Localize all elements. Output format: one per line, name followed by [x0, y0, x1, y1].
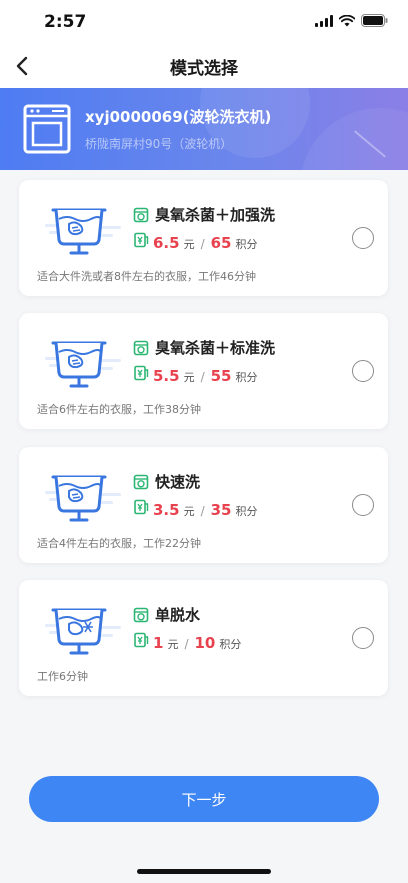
wash-basin-icon	[45, 608, 121, 655]
price-tag-icon	[134, 365, 149, 381]
device-banner: xyj0000069(波轮洗衣机) 桥陇南屏村90号（波轮机）	[0, 88, 408, 170]
mode-title-row: 快速洗	[133, 471, 200, 492]
nav-bar: 模式选择	[0, 44, 408, 88]
price-separator: /	[200, 237, 205, 251]
price-tag-icon	[134, 499, 149, 515]
mode-price: 6.5	[153, 234, 180, 252]
battery-icon	[361, 14, 388, 27]
price-unit: 元	[167, 638, 179, 651]
washing-machine-icon	[23, 104, 71, 154]
radio-icon[interactable]	[352, 227, 374, 249]
mode-card[interactable]: 臭氧杀菌＋标准洗 5.5 元 / 55 积分 适合6件左右的衣服，工作38分钟	[19, 313, 388, 429]
next-button[interactable]: 下一步	[29, 776, 379, 822]
status-time: 2:57	[44, 12, 87, 32]
mode-title: 快速洗	[155, 473, 201, 491]
mode-price-row: 3.5 元 / 35 积分	[133, 499, 258, 519]
price-unit: 元	[183, 238, 195, 251]
price-unit: 元	[183, 505, 195, 518]
mode-icon	[133, 474, 149, 489]
radio-icon[interactable]	[352, 360, 374, 382]
wash-basin-icon	[45, 208, 121, 255]
status-icons	[315, 14, 388, 27]
page-title: 模式选择	[170, 59, 238, 79]
mode-card[interactable]: 臭氧杀菌＋加强洗 6.5 元 / 65 积分 适合大件洗或者8件左右的衣服，工作…	[19, 180, 388, 296]
points-unit: 积分	[235, 505, 258, 518]
mode-title-row: 臭氧杀菌＋加强洗	[133, 204, 275, 225]
device-address: 桥陇南屏村90号（波轮机）	[85, 137, 233, 151]
mode-points: 55	[210, 367, 232, 385]
banner-decoration	[300, 108, 408, 170]
points-unit: 积分	[219, 638, 242, 651]
status-bar: 2:57	[0, 0, 408, 44]
mode-price: 1	[153, 634, 164, 652]
wifi-icon	[339, 14, 355, 26]
mode-title: 臭氧杀菌＋加强洗	[155, 206, 276, 224]
wash-basin-icon	[45, 475, 121, 522]
device-name: xyj0000069(波轮洗衣机)	[85, 108, 272, 126]
mode-title: 单脱水	[155, 606, 201, 624]
mode-points: 35	[210, 501, 232, 519]
radio-icon[interactable]	[352, 627, 374, 649]
points-unit: 积分	[235, 238, 258, 251]
price-separator: /	[184, 637, 189, 651]
radio-icon[interactable]	[352, 494, 374, 516]
mode-icon	[133, 607, 149, 622]
price-separator: /	[200, 504, 205, 518]
mode-card[interactable]: 快速洗 3.5 元 / 35 积分 适合4件左右的衣服，工作22分钟	[19, 447, 388, 563]
mode-description: 适合6件左右的衣服，工作38分钟	[37, 403, 201, 416]
mode-icon	[133, 340, 149, 355]
mode-title-row: 臭氧杀菌＋标准洗	[133, 337, 275, 358]
mode-title: 臭氧杀菌＋标准洗	[155, 339, 276, 357]
mode-price-row: 6.5 元 / 65 积分	[133, 232, 258, 252]
price-tag-icon	[134, 232, 149, 248]
price-separator: /	[200, 370, 205, 384]
price-unit: 元	[183, 371, 195, 384]
points-unit: 积分	[235, 371, 258, 384]
mode-price: 5.5	[153, 367, 180, 385]
mode-price-row: 5.5 元 / 55 积分	[133, 365, 258, 385]
wash-basin-icon	[45, 341, 121, 388]
mode-description: 适合4件左右的衣服，工作22分钟	[37, 537, 201, 550]
mode-icon	[133, 207, 149, 222]
mode-price-row: 1 元 / 10 积分	[133, 632, 241, 652]
home-indicator	[137, 869, 271, 874]
mode-description: 适合大件洗或者8件左右的衣服，工作46分钟	[37, 270, 256, 283]
mode-points: 65	[210, 234, 232, 252]
mode-price: 3.5	[153, 501, 180, 519]
mode-card[interactable]: 单脱水 1 元 / 10 积分 工作6分钟	[19, 580, 388, 696]
mode-description: 工作6分钟	[37, 670, 88, 683]
price-tag-icon	[134, 632, 149, 648]
mode-title-row: 单脱水	[133, 604, 200, 625]
mode-points: 10	[194, 634, 216, 652]
signal-icon	[315, 14, 333, 27]
